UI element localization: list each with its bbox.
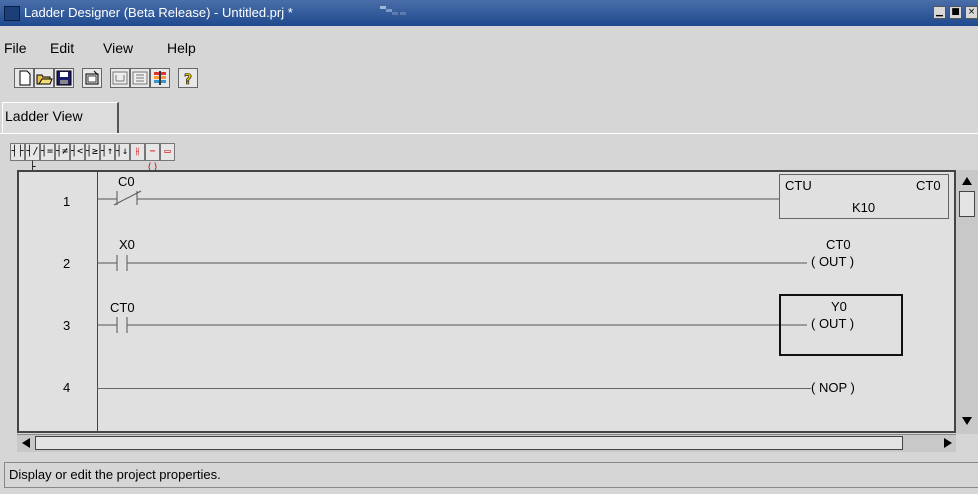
ladder-element-button[interactable] (110, 68, 130, 88)
title-bar: Ladder Designer (Beta Release) - Untitle… (0, 0, 978, 26)
window-title: Ladder Designer (Beta Release) - Untitle… (24, 5, 293, 20)
close-button[interactable]: × (965, 6, 978, 19)
coil-tag: Y0 (831, 299, 847, 314)
menu-file[interactable]: File (4, 40, 27, 56)
vertical-scroll-thumb[interactable] (959, 191, 975, 217)
color-bars-icon (154, 71, 166, 85)
no-contact-icon: ┤├ (11, 146, 24, 157)
selection-box[interactable]: Y0 ( OUT ) (779, 294, 903, 356)
title-grip-icon (380, 6, 406, 15)
menu-edit[interactable]: Edit (50, 40, 74, 56)
open-folder-icon (36, 74, 53, 85)
save-button[interactable] (54, 68, 74, 88)
horizontal-scroll-thumb[interactable] (35, 436, 903, 450)
rung-2-wire[interactable] (97, 252, 807, 272)
help-button[interactable]: ? (178, 68, 198, 88)
coil-output[interactable]: ( OUT ) (811, 254, 854, 269)
block-name: CTU (785, 178, 812, 193)
menu-help[interactable]: Help (167, 40, 196, 56)
scroll-down-icon[interactable] (960, 414, 974, 428)
minimize-icon: ▁ (936, 7, 943, 17)
horizontal-scrollbar[interactable] (17, 434, 956, 452)
left-power-rail (97, 172, 98, 431)
rung-3-wire[interactable] (97, 314, 807, 334)
block-button[interactable]: ▭ (160, 143, 175, 161)
rung-number: 1 (63, 194, 71, 209)
menu-view[interactable]: View (103, 40, 133, 56)
svg-text:?: ? (184, 72, 192, 87)
rung-number: 4 (63, 380, 71, 395)
contact-label: X0 (119, 237, 135, 252)
close-icon: × (967, 7, 976, 17)
new-file-icon (19, 70, 31, 86)
properties-button[interactable] (82, 68, 102, 88)
contact-label: CT0 (110, 300, 135, 315)
nc-contact-icon: ┤/├ (26, 146, 39, 173)
block-icon: ▭ (164, 146, 171, 157)
ladder-canvas[interactable]: 1 C0 CTU CT0 K10 2 X0 CT0 ( OUT ) 3 CT0 … (17, 170, 956, 433)
grid-icon (132, 71, 148, 85)
tab-label: Ladder View (5, 108, 83, 124)
properties-icon (85, 70, 99, 85)
branch-icon: ⫲ (135, 146, 140, 157)
lt-compare-button[interactable]: ┤<├ (70, 143, 89, 161)
nc-contact-button[interactable]: ┤/├ (25, 143, 40, 173)
save-disk-icon (56, 70, 72, 86)
maximize-button[interactable]: ■ (949, 6, 962, 19)
coil-icon: −⟨⟩ (146, 146, 159, 173)
counter-block[interactable]: CTU CT0 K10 (779, 174, 949, 219)
open-button[interactable] (34, 68, 54, 88)
coil-tag: CT0 (826, 237, 851, 252)
no-contact-button[interactable]: ┤├ (10, 143, 25, 161)
block-param: K10 (852, 200, 876, 215)
new-file-button[interactable] (14, 68, 34, 88)
coil-output: ( OUT ) (811, 316, 855, 331)
rung-4-wire[interactable] (97, 388, 811, 389)
vertical-scrollbar[interactable] (956, 170, 978, 434)
branch-button[interactable]: ⫲ (130, 143, 145, 161)
maximize-icon: ■ (951, 7, 960, 17)
rung-number: 3 (63, 318, 71, 333)
tab-row: Ladder View (0, 102, 978, 134)
menu-bar: File Edit View Help (0, 38, 978, 60)
scroll-left-icon[interactable] (19, 436, 33, 450)
help-question-icon: ? (184, 72, 193, 89)
scroll-right-icon[interactable] (941, 436, 955, 450)
tab-ladder-view[interactable]: Ladder View (2, 102, 119, 133)
ge-compare-button[interactable]: ┤≥├ (85, 143, 104, 161)
scroll-up-icon[interactable] (960, 174, 974, 188)
block-tag: CT0 (916, 178, 941, 193)
status-bar: Display or edit the project properties. (4, 462, 978, 488)
grid-button[interactable] (130, 68, 150, 88)
rung-number: 2 (63, 256, 71, 271)
rung-1-wire[interactable] (97, 186, 797, 206)
app-icon (4, 6, 20, 21)
eq-compare-button[interactable]: ┤=├ (40, 143, 59, 161)
ne-compare-button[interactable]: ┤≠├ (55, 143, 74, 161)
nop-output[interactable]: ( NOP ) (811, 380, 855, 395)
falling-edge-button[interactable]: ┤↓├ (115, 143, 134, 161)
rising-edge-button[interactable]: ┤↑├ (100, 143, 119, 161)
status-text: Display or edit the project properties. (9, 467, 221, 482)
color-bars-button[interactable] (150, 68, 170, 88)
minimize-button[interactable]: ▁ (933, 6, 946, 19)
ladder-element-icon (112, 71, 128, 85)
coil-button[interactable]: −⟨⟩ (145, 143, 160, 173)
